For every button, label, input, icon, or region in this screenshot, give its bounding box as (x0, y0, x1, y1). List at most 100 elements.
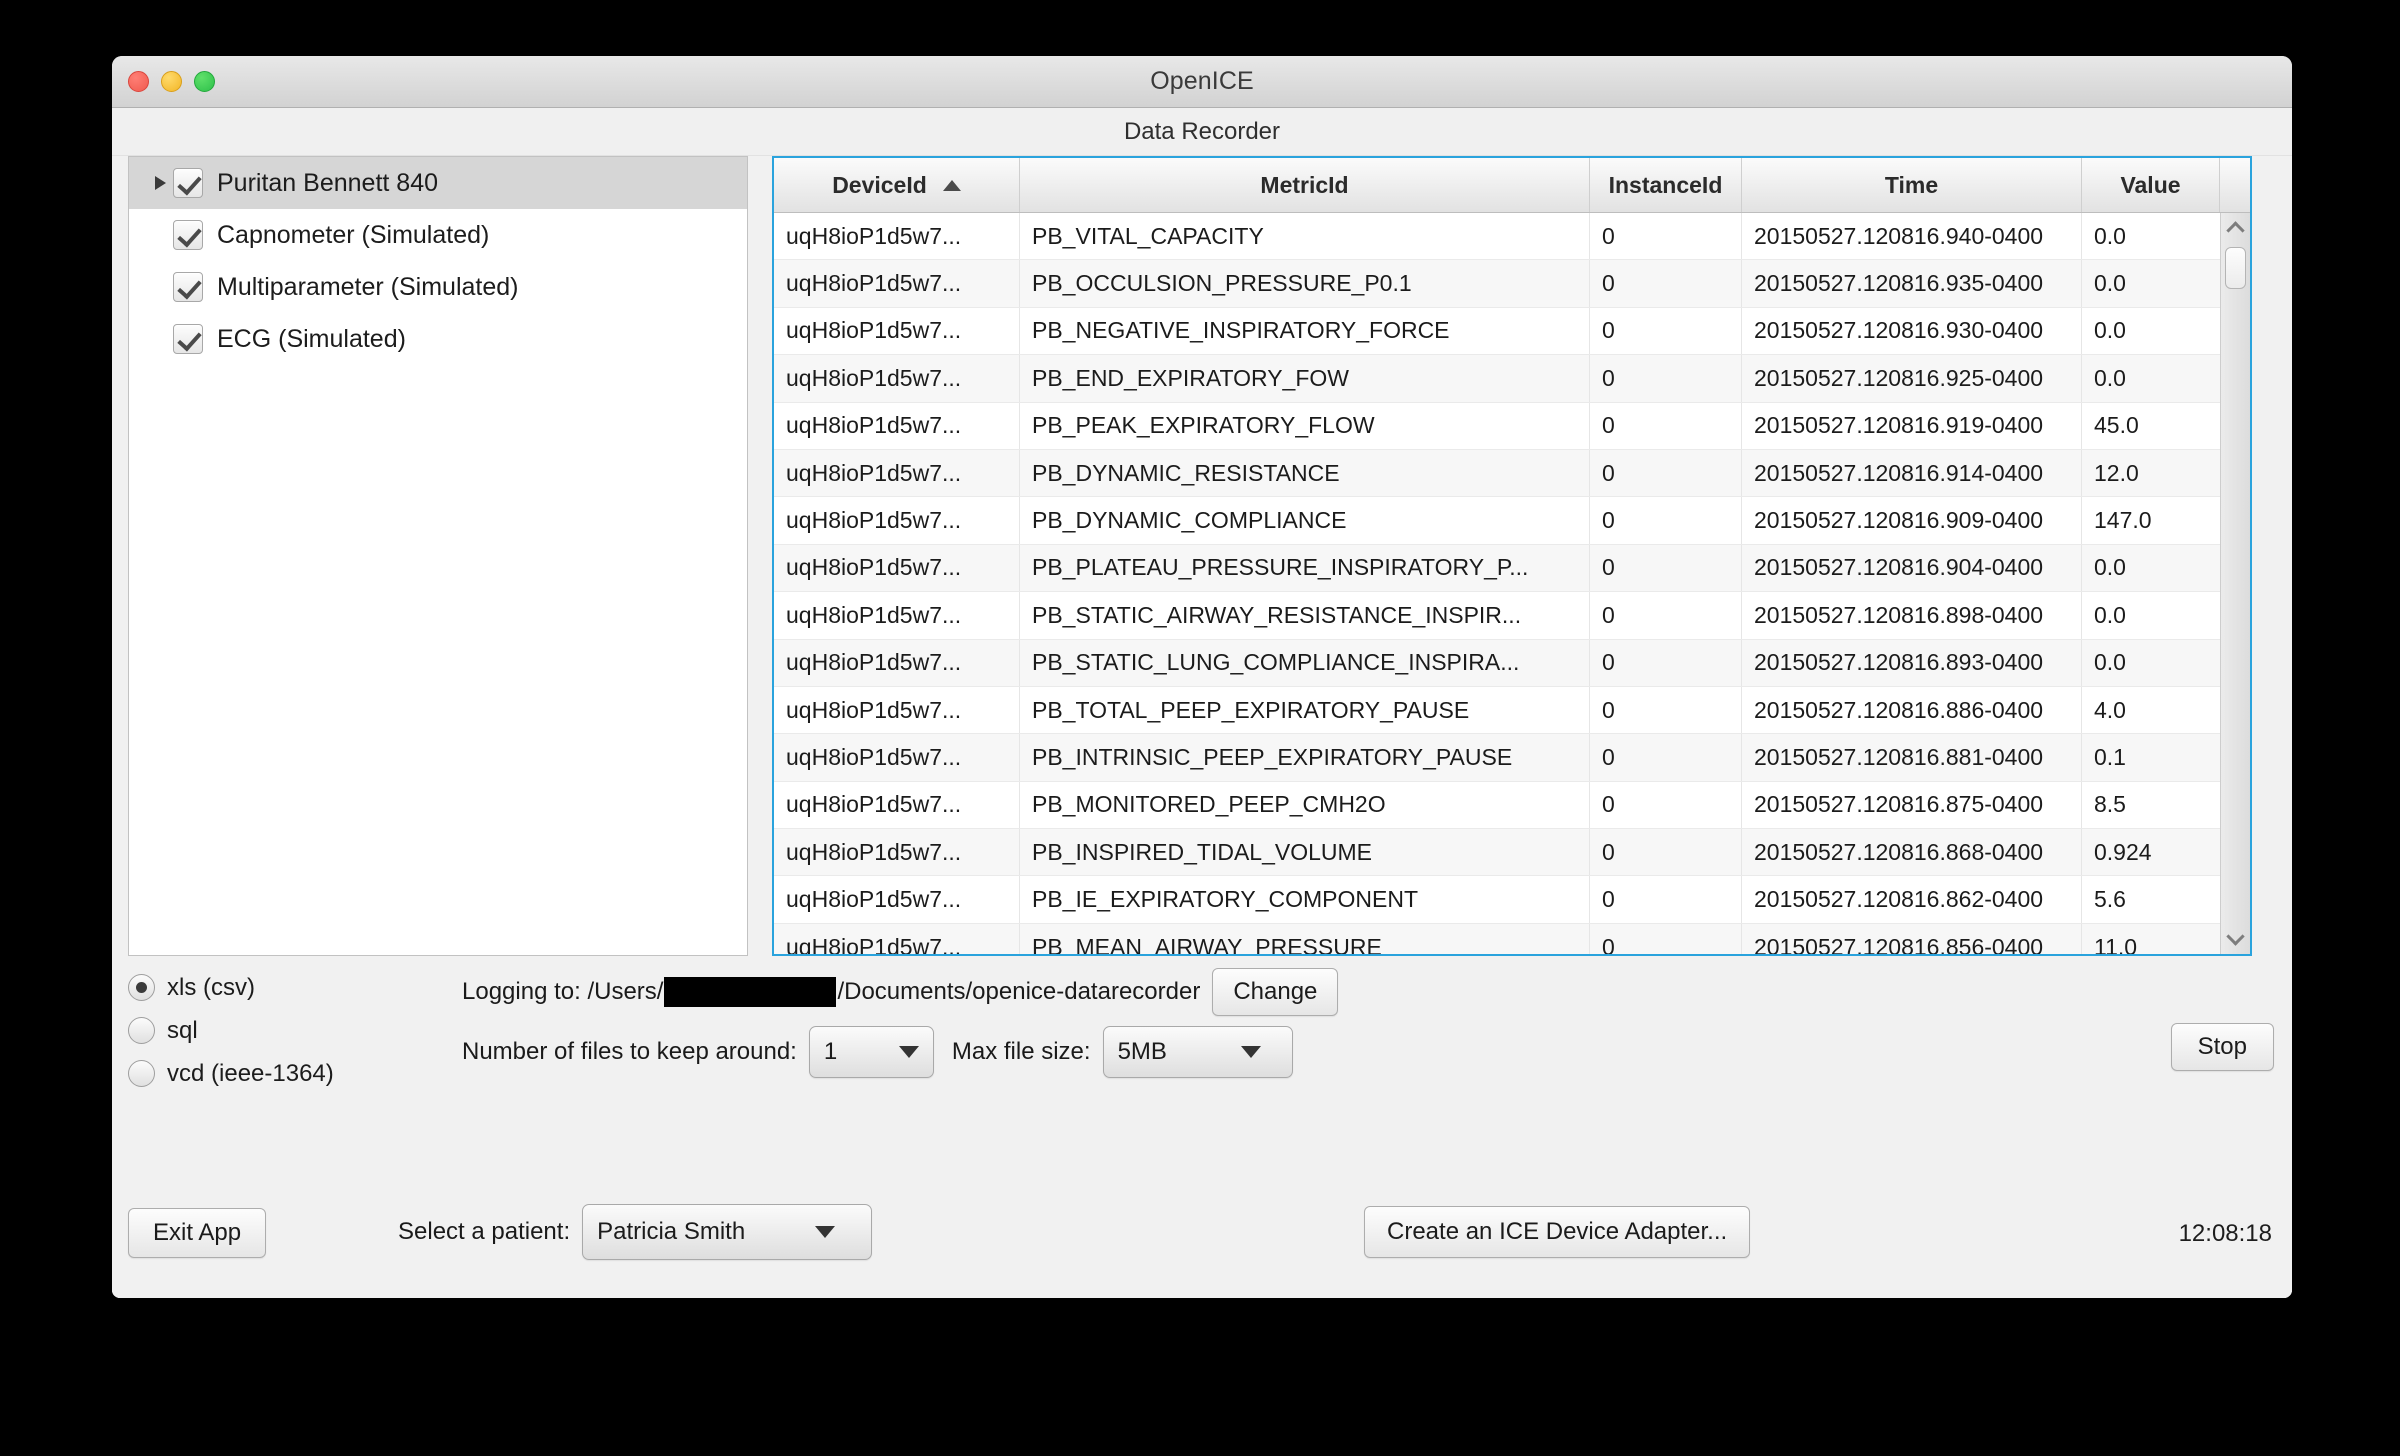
table-cell-device: uqH8ioP1d5w7... (774, 497, 1020, 544)
table-row[interactable]: uqH8ioP1d5w7... PB_END_EXPIRATORY_FOW 0 201… (774, 355, 2220, 403)
table-body: uqH8ioP1d5w7... PB_VITAL_CAPACITY 0 2015052… (774, 213, 2220, 954)
select-patient-label: Select a patient: (398, 1218, 571, 1245)
change-log-path-button[interactable]: Change (1212, 968, 1339, 1016)
table-row[interactable]: uqH8ioP1d5w7... PB_PLATEAU_PRESSURE_INSPI… (774, 544, 2220, 593)
table-row[interactable]: uqH8ioP1d5w7... PB_MEAN_AIRWAY_PRESSURE 0 2… (774, 923, 2220, 954)
column-header-instance[interactable]: InstanceId (1590, 158, 1742, 212)
file-settings-row: Number of files to keep around: 1 Max fi… (462, 1026, 1293, 1078)
table-row[interactable]: uqH8ioP1d5w7... PB_TOTAL_PEEP_EXPIRATORY_… (774, 686, 2220, 735)
format-radio-button[interactable] (128, 1060, 155, 1087)
column-header-metric[interactable]: MetricId (1020, 158, 1590, 212)
table-cell-value: 0.0 (2094, 601, 2126, 628)
device-tree-item[interactable]: Multiparameter (Simulated) (129, 261, 747, 313)
column-header-time[interactable]: Time (1742, 158, 2082, 212)
device-checkbox[interactable] (173, 324, 203, 354)
table-cell-instance: 0 (1590, 639, 1742, 686)
table-row[interactable]: uqH8ioP1d5w7... PB_DYNAMIC_COMPLIANCE 0 201… (774, 497, 2220, 545)
table-cell-metric: PB_NEGATIVE_INSPIRATORY_FORCE (1020, 307, 1590, 355)
table-cell-device: uqH8ioP1d5w7... (774, 876, 1020, 923)
table-cell-metric: PB_INTRINSIC_PEEP_EXPIRATORY_PAUSE (1020, 734, 1590, 781)
scroll-down-icon[interactable] (2221, 926, 2250, 952)
table-body-wrapper: uqH8ioP1d5w7... PB_VITAL_CAPACITY 0 2015052… (774, 213, 2250, 954)
device-tree-panel: Puritan Bennett 840 Capnometer (Simulated… (128, 156, 748, 956)
column-header-label: MetricId (1260, 171, 1349, 198)
logging-path-row: Logging to: /Users/ /Documents/openice-d… (462, 968, 1339, 1016)
table-cell-device: uqH8ioP1d5w7... (774, 734, 1020, 781)
clock-display: 12:08:18 (2178, 1220, 2272, 1247)
table-row[interactable]: uqH8ioP1d5w7... PB_MONITORED_PEEP_CMH2O 0 2… (774, 781, 2220, 830)
table-row[interactable]: uqH8ioP1d5w7... PB_STATIC_LUNG_COMPLIANCE… (774, 639, 2220, 687)
table-cell-instance: 0 (1590, 734, 1742, 781)
table-header-row: DeviceId MetricId InstanceId Time Value (774, 158, 2250, 213)
table-cell-time: 20150527.120816.898-0400 (1742, 592, 2082, 639)
table-cell-time: 20150527.120816.886-0400 (1742, 686, 2082, 734)
table-cell-time: 20150527.120816.856-0400 (1742, 923, 2082, 954)
format-option[interactable]: vcd (ieee-1364) (128, 1052, 334, 1095)
table-row[interactable]: uqH8ioP1d5w7... PB_PEAK_EXPIRATORY_FLOW 0 2… (774, 402, 2220, 450)
column-header-value[interactable]: Value (2082, 158, 2220, 212)
table-cell-value: 0.0 (2094, 270, 2126, 297)
table-row[interactable]: uqH8ioP1d5w7... PB_OCCULSION_PRESSURE_P0.… (774, 260, 2220, 308)
column-header-label: DeviceId (832, 171, 927, 198)
zoom-button[interactable] (194, 71, 215, 92)
scrollbar-thumb[interactable] (2225, 247, 2246, 289)
files-to-keep-select[interactable]: 1 (808, 1026, 934, 1078)
table-cell-metric: PB_TOTAL_PEEP_EXPIRATORY_PAUSE (1020, 686, 1590, 734)
table-row[interactable]: uqH8ioP1d5w7... PB_DYNAMIC_RESISTANCE 0 201… (774, 449, 2220, 498)
create-ice-device-adapter-button[interactable]: Create an ICE Device Adapter... (1364, 1206, 1751, 1258)
tab-data-recorder[interactable]: Data Recorder (1124, 118, 1280, 146)
column-header-label: Value (2120, 171, 2181, 198)
format-radio-group: xls (csv) sql vcd (ieee-1364) (128, 966, 334, 1095)
stop-button[interactable]: Stop (2170, 1023, 2274, 1071)
table-cell-time: 20150527.120816.862-0400 (1742, 876, 2082, 923)
device-tree-item[interactable]: Capnometer (Simulated) (129, 209, 747, 261)
format-option[interactable]: sql (128, 1009, 334, 1052)
table-cell-time: 20150527.120816.909-0400 (1742, 497, 2082, 544)
table-cell-instance: 0 (1590, 260, 1742, 307)
column-header-label: Time (1884, 171, 1939, 198)
table-cell-device: uqH8ioP1d5w7... (774, 592, 1020, 639)
table-row[interactable]: uqH8ioP1d5w7... PB_IE_EXPIRATORY_COMPONEN… (774, 876, 2220, 924)
device-tree-item[interactable]: ECG (Simulated) (129, 313, 747, 365)
format-radio-button[interactable] (128, 974, 155, 1001)
device-checkbox[interactable] (173, 272, 203, 302)
table-row[interactable]: uqH8ioP1d5w7... PB_VITAL_CAPACITY 0 2015052… (774, 213, 2220, 261)
table-cell-time: 20150527.120816.893-0400 (1742, 639, 2082, 686)
table-row[interactable]: uqH8ioP1d5w7... PB_INTRINSIC_PEEP_EXPIRAT… (774, 734, 2220, 782)
main-content: Puritan Bennett 840 Capnometer (Simulated… (112, 156, 2292, 1298)
table-row[interactable]: uqH8ioP1d5w7... PB_INSPIRED_TIDAL_VOLUME 0… (774, 829, 2220, 877)
patient-select[interactable]: Patricia Smith (582, 1204, 873, 1260)
disclosure-triangle-icon[interactable] (147, 176, 173, 190)
table-row[interactable]: uqH8ioP1d5w7... PB_NEGATIVE_INSPIRATORY_F… (774, 307, 2220, 356)
recorder-options: xls (csv) sql vcd (ieee-1364) Logging to: … (112, 960, 2292, 1130)
table-cell-value: 8.5 (2094, 791, 2126, 818)
table-cell-instance: 0 (1590, 829, 1742, 876)
exit-app-button[interactable]: Exit App (128, 1208, 267, 1258)
table-vertical-scrollbar[interactable] (2220, 213, 2250, 954)
table-cell-value: 0.1 (2094, 743, 2126, 770)
format-option[interactable]: xls (csv) (128, 966, 334, 1009)
column-header-device[interactable]: DeviceId (774, 158, 1020, 212)
table-cell-metric: PB_INSPIRED_TIDAL_VOLUME (1020, 829, 1590, 876)
device-tree-item[interactable]: Puritan Bennett 840 (129, 157, 747, 209)
device-checkbox[interactable] (173, 220, 203, 250)
table-cell-metric: PB_STATIC_AIRWAY_RESISTANCE_INSPIR... (1020, 592, 1590, 639)
minimize-button[interactable] (161, 71, 182, 92)
table-cell-device: uqH8ioP1d5w7... (774, 781, 1020, 829)
close-button[interactable] (128, 71, 149, 92)
scroll-up-icon[interactable] (2221, 215, 2250, 241)
table-row[interactable]: uqH8ioP1d5w7... PB_STATIC_AIRWAY_RESISTAN… (774, 592, 2220, 640)
table-cell-metric: PB_PLATEAU_PRESSURE_INSPIRATORY_P... (1020, 544, 1590, 592)
device-checkbox[interactable] (173, 168, 203, 198)
max-file-size-select[interactable]: 5MB (1102, 1026, 1293, 1078)
table-cell-instance: 0 (1590, 213, 1742, 260)
logging-path-prefix: Logging to: /Users/ (462, 978, 664, 1005)
format-radio-button[interactable] (128, 1017, 155, 1044)
table-cell-metric: PB_END_EXPIRATORY_FOW (1020, 355, 1590, 402)
table-cell-device: uqH8ioP1d5w7... (774, 544, 1020, 592)
table-cell-instance: 0 (1590, 497, 1742, 544)
tab-bar: Data Recorder (112, 108, 2292, 156)
format-option-label: xls (csv) (167, 973, 255, 1001)
table-cell-value: 4.0 (2094, 696, 2126, 723)
table-cell-metric: PB_PEAK_EXPIRATORY_FLOW (1020, 402, 1590, 449)
